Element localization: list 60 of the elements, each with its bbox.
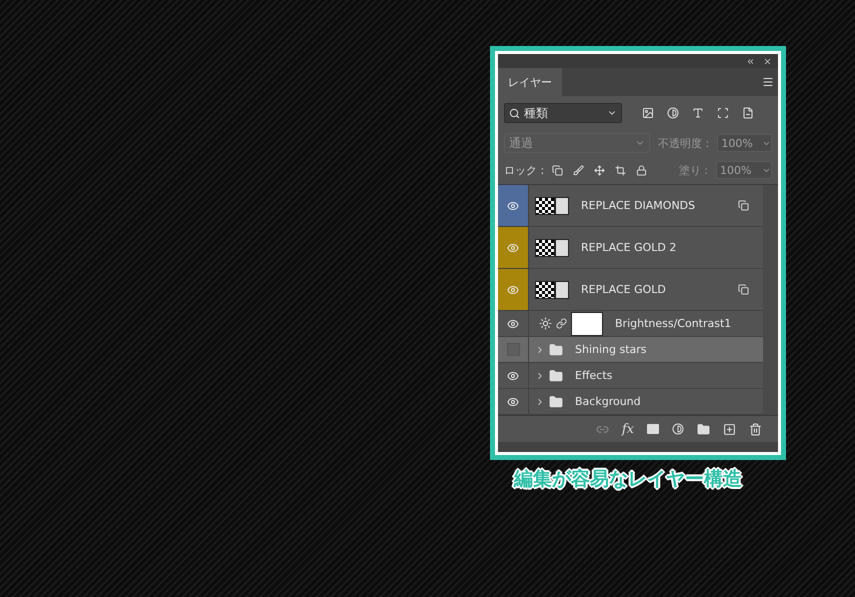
eye-icon	[507, 396, 519, 408]
new-group-icon[interactable]	[697, 422, 710, 436]
shape-filter-icon[interactable]	[717, 107, 729, 119]
collapse-icon[interactable]	[746, 56, 755, 66]
scrollbar[interactable]	[763, 185, 778, 415]
adjustment-icon[interactable]	[672, 423, 684, 435]
layer-thumbnail	[535, 238, 555, 256]
layer-row[interactable]: REPLACE DIAMONDS	[498, 185, 763, 227]
folder-icon	[549, 368, 563, 382]
eye-icon	[507, 200, 519, 212]
eye-icon	[507, 284, 519, 296]
layer-row[interactable]: Background	[498, 389, 763, 415]
smart-object-filter-icon[interactable]	[742, 107, 754, 119]
new-layer-icon[interactable]	[723, 422, 736, 436]
layer-row[interactable]: REPLACE GOLD 2	[498, 227, 763, 269]
folder-icon	[549, 342, 563, 356]
caption: 編集が容易なレイヤー構造	[514, 467, 742, 492]
layer-thumbnail	[535, 280, 555, 298]
menu-icon[interactable]	[762, 76, 774, 88]
lock-icon[interactable]	[636, 164, 648, 176]
layer-row[interactable]: Effects	[498, 363, 763, 389]
layer-name: Effects	[575, 369, 614, 382]
chain-icon	[556, 318, 567, 329]
trash-icon[interactable]	[749, 422, 762, 436]
fx-button[interactable]: fx	[622, 422, 634, 436]
visibility-toggle[interactable]	[498, 269, 529, 310]
move-icon[interactable]	[594, 164, 606, 176]
layer-row[interactable]: Shining stars	[498, 337, 763, 363]
eye-icon	[507, 370, 519, 382]
sun-icon	[539, 317, 552, 330]
eye-icon	[507, 318, 519, 330]
folder-icon	[549, 394, 563, 408]
layer-name: REPLACE GOLD 2	[581, 241, 678, 254]
eye-icon	[507, 242, 519, 254]
image-filter-icon[interactable]	[642, 107, 654, 119]
layer-name: Shining stars	[575, 343, 648, 356]
adjustment-filter-icon[interactable]	[667, 107, 679, 119]
layer-mask-thumbnail	[571, 312, 603, 336]
visibility-toggle[interactable]	[498, 185, 529, 226]
search-icon	[509, 108, 520, 118]
opacity-label: 不透明度 :	[658, 136, 710, 150]
smart-object-icon	[555, 238, 569, 256]
lock-label: ロック :	[504, 162, 544, 178]
brush-icon[interactable]	[573, 164, 584, 176]
layer-row[interactable]: Brightness/Contrast1	[498, 311, 763, 337]
crop-icon[interactable]	[615, 164, 626, 176]
type-filter-icon[interactable]	[692, 107, 704, 119]
filter-dropdown[interactable]: 種類	[504, 103, 622, 123]
layer-name: REPLACE DIAMONDS	[581, 199, 696, 212]
layer-row[interactable]: REPLACE GOLD	[498, 269, 763, 311]
fill-label: 塗り :	[678, 162, 708, 178]
smart-object-icon	[555, 280, 569, 298]
visibility-toggle[interactable]	[498, 227, 529, 268]
layer-name: REPLACE GOLD	[581, 283, 667, 296]
layer-name: Brightness/Contrast1	[615, 317, 732, 330]
panel-tab[interactable]: レイヤー	[498, 68, 562, 96]
close-icon[interactable]	[763, 56, 772, 66]
layer-thumbnail	[535, 196, 555, 214]
layer-name: Background	[575, 395, 642, 408]
smart-object-icon	[555, 196, 569, 214]
